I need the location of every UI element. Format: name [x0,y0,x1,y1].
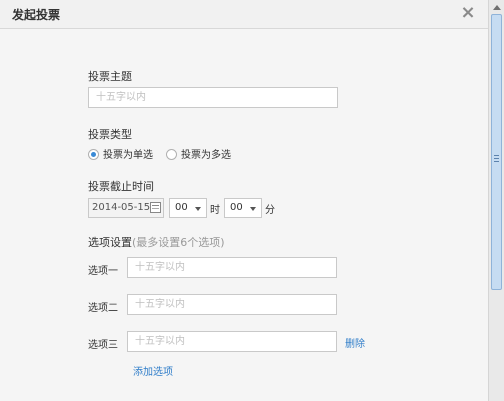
scroll-up-arrow-icon[interactable] [493,5,501,10]
radio-multiple-label[interactable]: 投票为多选 [181,146,231,161]
options-label: 选项设置(最多设置6个选项) [88,234,225,250]
add-option-link[interactable]: 添加选项 [133,363,173,378]
dialog-titlebar: 发起投票 × [0,0,488,29]
dialog-content: 投票主题 投票类型 投票为单选 投票为多选 投票截止时间 2014-05-15 … [0,29,488,401]
delete-option-link[interactable]: 删除 [345,335,365,350]
dialog-title: 发起投票 [12,8,61,22]
type-label: 投票类型 [88,128,132,141]
close-icon[interactable]: × [459,3,477,23]
hour-unit: 时 [210,205,220,216]
option-3-label: 选项三 [88,340,118,351]
radio-multiple[interactable] [166,149,177,160]
deadline-date-value: 2014-05-15 [92,202,151,213]
option-1-label: 选项一 [88,266,118,277]
radio-single-label[interactable]: 投票为单选 [103,146,153,161]
deadline-date-field[interactable]: 2014-05-15 [88,198,164,218]
option-2-input[interactable] [127,294,337,315]
hour-value: 00 [175,202,188,213]
option-2-label: 选项二 [88,303,118,314]
deadline-label: 投票截止时间 [88,180,154,193]
subject-label: 投票主题 [88,70,132,83]
vote-dialog: 发起投票 × 投票主题 投票类型 投票为单选 投票为多选 投票截止时间 2014… [0,0,504,401]
vertical-scrollbar[interactable] [488,0,504,401]
scrollbar-thumb[interactable] [491,14,502,290]
minute-value: 00 [230,202,243,213]
calendar-icon[interactable] [150,202,161,213]
grip-line [494,155,499,156]
chevron-down-icon [250,207,256,211]
option-3-input[interactable] [127,331,337,352]
radio-single[interactable] [88,149,99,160]
minute-unit: 分 [265,205,275,216]
option-1-input[interactable] [127,257,337,278]
chevron-down-icon [195,207,201,211]
subject-input[interactable] [88,87,338,108]
grip-line [494,161,499,162]
options-title: 选项设置 [88,236,132,249]
options-hint: (最多设置6个选项) [132,236,225,249]
hour-select[interactable]: 00 [169,198,207,218]
minute-select[interactable]: 00 [224,198,262,218]
grip-line [494,158,499,159]
